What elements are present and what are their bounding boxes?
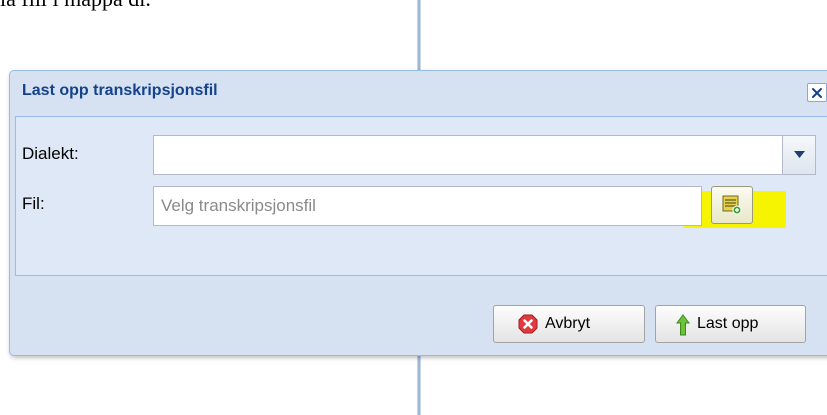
dialog-title: Last opp transkripsjonsfil xyxy=(22,82,218,99)
browse-file-icon xyxy=(722,195,742,220)
dialect-label: Dialekt: xyxy=(22,144,79,163)
dialog-titlebar[interactable]: Last opp transkripsjonsfil xyxy=(10,71,827,113)
cancel-x-icon xyxy=(518,314,538,339)
arrow-up-icon xyxy=(676,314,690,341)
file-input[interactable] xyxy=(153,186,702,226)
cancel-button[interactable]: Avbryt xyxy=(493,305,645,343)
splitter-line-bottom xyxy=(417,356,421,415)
dialect-dropdown-trigger[interactable] xyxy=(782,136,815,174)
close-button[interactable] xyxy=(807,83,827,102)
upload-button[interactable]: Last opp xyxy=(655,305,806,343)
cancel-button-label: Avbryt xyxy=(545,315,591,332)
dialect-combobox[interactable] xyxy=(153,135,816,175)
splitter-line-top xyxy=(417,0,421,70)
file-label: Fil: xyxy=(22,194,45,213)
dialog-form-panel: Dialekt: Fil: xyxy=(15,116,827,276)
upload-dialog: Last opp transkripsjonsfil Dialekt: Fil: xyxy=(9,70,827,356)
background-document-text: lå fill i mappa di. xyxy=(0,0,151,12)
browse-file-button[interactable] xyxy=(711,186,753,224)
upload-button-label: Last opp xyxy=(697,315,759,332)
